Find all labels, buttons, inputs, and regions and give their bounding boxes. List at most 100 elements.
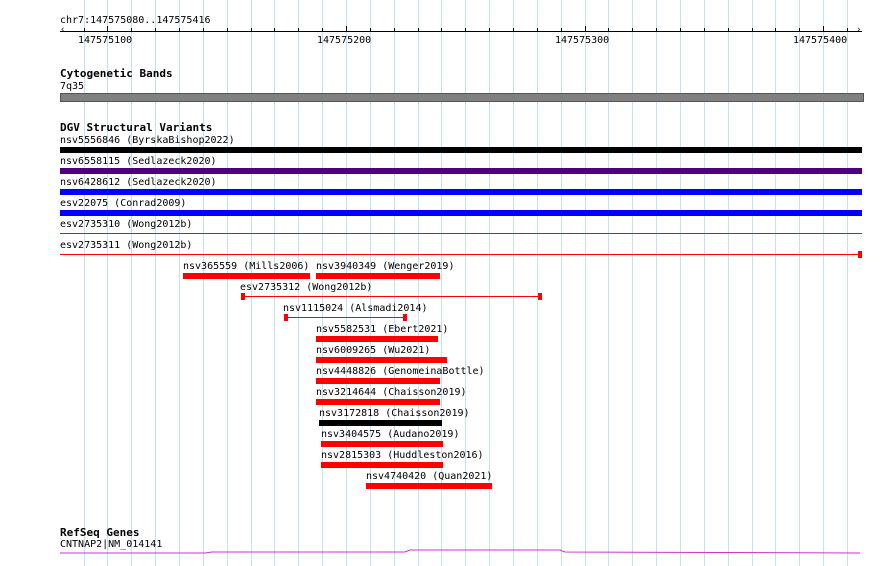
ruler-tick-label: 147575300 (555, 35, 610, 46)
variant-endcap (858, 251, 862, 258)
refseq-track-title[interactable]: RefSeq Genes (60, 527, 139, 538)
variant-bar[interactable] (366, 483, 492, 489)
variant-endcap (403, 314, 407, 321)
ruler-tick (370, 28, 371, 32)
grid-line (704, 0, 705, 566)
variant-bar[interactable] (60, 168, 862, 174)
ruler-tick (322, 28, 323, 32)
variant-bar[interactable] (316, 357, 447, 363)
ruler-tick (346, 26, 347, 32)
grid-line (847, 0, 848, 566)
grid-line (632, 0, 633, 566)
variant-label[interactable]: esv2735312 (Wong2012b) (240, 282, 372, 293)
ruler-tick (418, 28, 419, 32)
grid-line (656, 0, 657, 566)
variant-label[interactable]: nsv3214644 (Chaisson2019) (316, 387, 467, 398)
variant-label[interactable]: esv2735311 (Wong2012b) (60, 240, 192, 251)
ruler-tick (656, 28, 657, 32)
ruler-tick (823, 26, 824, 32)
ruler-tick (752, 28, 753, 32)
variant-bar[interactable] (60, 210, 862, 216)
variant-bar[interactable] (319, 420, 442, 426)
ruler-tick (585, 26, 586, 32)
variant-bar[interactable] (183, 273, 310, 279)
ruler-tick (131, 28, 132, 32)
ruler-tick (680, 28, 681, 32)
variant-bar[interactable] (316, 399, 440, 405)
grid-line (84, 0, 85, 566)
variant-label[interactable]: nsv365559 (Mills2006) (183, 261, 309, 272)
variant-label[interactable]: nsv6558115 (Sedlazeck2020) (60, 156, 217, 167)
variant-bar[interactable] (60, 254, 862, 255)
ruler-tick (179, 28, 180, 32)
variant-label[interactable]: nsv1115024 (Alsmadi2014) (283, 303, 428, 314)
ruler-tick (608, 28, 609, 32)
ruler-tick (227, 28, 228, 32)
ruler-tick (107, 26, 108, 32)
cytoband-label: 7q35 (60, 81, 85, 92)
variant-bar[interactable] (321, 441, 443, 447)
ruler-tick (394, 28, 395, 32)
ruler-left-arrow: ‹ (60, 25, 66, 35)
refseq-gene-label[interactable]: CNTNAP2|NM_014141 (60, 539, 162, 550)
ruler-tick (84, 28, 85, 32)
grid-line (107, 0, 108, 566)
variant-label[interactable]: nsv4448826 (GenomeinaBottle) (316, 366, 485, 377)
grid-line (799, 0, 800, 566)
grid-line (680, 0, 681, 566)
variant-bar[interactable] (316, 336, 438, 342)
variant-bar[interactable] (60, 233, 862, 234)
ruler-tick (537, 28, 538, 32)
grid-line (131, 0, 132, 566)
variant-label[interactable]: nsv2815303 (Huddleston2016) (321, 450, 484, 461)
variant-bar[interactable] (242, 296, 541, 297)
grid-line (179, 0, 180, 566)
ruler-tick (465, 28, 466, 32)
variant-label[interactable]: nsv6428612 (Sedlazeck2020) (60, 177, 217, 188)
ruler-tick (251, 28, 252, 32)
grid-line (537, 0, 538, 566)
variant-label[interactable]: nsv5556846 (ByrskaBishop2022) (60, 135, 235, 146)
grid-line (155, 0, 156, 566)
ruler-tick (561, 28, 562, 32)
grid-line (513, 0, 514, 566)
ruler-tick (847, 28, 848, 32)
variant-endcap (538, 293, 542, 300)
ruler-tick-label: 147575400 (793, 35, 848, 46)
variant-label[interactable]: nsv6009265 (Wu2021) (316, 345, 430, 356)
variant-bar[interactable] (285, 317, 406, 318)
variant-label[interactable]: esv2735310 (Wong2012b) (60, 219, 192, 230)
ruler-tick (799, 28, 800, 32)
cytoband-track-title[interactable]: Cytogenetic Bands (60, 68, 173, 79)
variant-label[interactable]: nsv4740420 (Quan2021) (366, 471, 492, 482)
ruler-tick (203, 28, 204, 32)
variant-endcap (284, 314, 288, 321)
variant-label[interactable]: nsv3172818 (Chaisson2019) (319, 408, 470, 419)
grid-line (561, 0, 562, 566)
variant-bar[interactable] (60, 147, 862, 153)
grid-line (608, 0, 609, 566)
variant-label[interactable]: nsv3940349 (Wenger2019) (316, 261, 454, 272)
ruler-tick (513, 28, 514, 32)
variant-endcap (241, 293, 245, 300)
grid-line (752, 0, 753, 566)
variant-label[interactable]: nsv5582531 (Ebert2021) (316, 324, 448, 335)
ruler-tick-label: 147575200 (317, 35, 372, 46)
dgv-track-title[interactable]: DGV Structural Variants (60, 122, 212, 133)
cytoband-bar[interactable] (60, 93, 864, 102)
grid-line (823, 0, 824, 566)
variant-bar[interactable] (316, 378, 440, 384)
variant-label[interactable]: nsv3404575 (Audano2019) (321, 429, 459, 440)
ruler-tick (704, 28, 705, 32)
variant-bar[interactable] (60, 189, 862, 195)
ruler-tick (155, 28, 156, 32)
ruler-tick (489, 28, 490, 32)
variant-bar[interactable] (316, 273, 440, 279)
variant-bar[interactable] (321, 462, 443, 468)
ruler-tick (632, 28, 633, 32)
grid-line (585, 0, 586, 566)
grid-line (775, 0, 776, 566)
variant-label[interactable]: esv22075 (Conrad2009) (60, 198, 186, 209)
ruler-axis (60, 31, 862, 32)
ruler-right-arrow: › (856, 25, 862, 35)
